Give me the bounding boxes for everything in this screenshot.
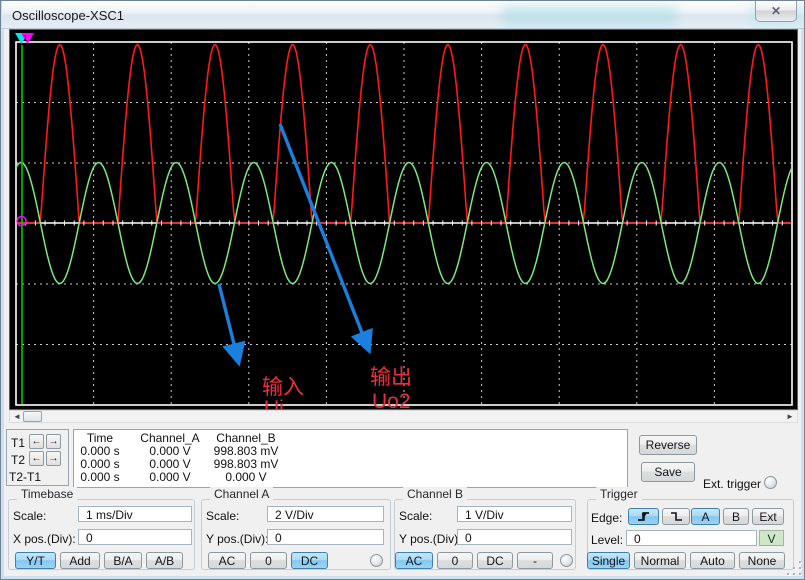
channel-b-zero-button[interactable]: 0: [437, 552, 473, 569]
trigger-source-b-button[interactable]: B: [723, 508, 749, 525]
channel-a-ypos-input[interactable]: 0: [267, 529, 384, 545]
ext-trigger-indicator[interactable]: [764, 476, 777, 489]
title-bar[interactable]: Oscilloscope-XSC1 ✕: [2, 1, 805, 29]
cursor-t2t1-label: T2-T1: [9, 470, 41, 484]
channel-b-minus-button[interactable]: -: [517, 552, 553, 569]
trigger-falling-edge-button[interactable]: [662, 508, 690, 525]
window-title: Oscilloscope-XSC1: [12, 8, 124, 23]
channel-a-zero-button[interactable]: 0: [250, 552, 287, 569]
scope-display: 1 输入 Ui 输出 Uo2: [9, 29, 798, 410]
cursor-t2-label: T2: [11, 453, 25, 467]
reverse-button[interactable]: Reverse: [639, 435, 697, 455]
scroll-thumb[interactable]: [23, 411, 42, 422]
oscilloscope-window: Oscilloscope-XSC1 ✕ 1 输入: [0, 0, 805, 580]
channel-a-dc-button[interactable]: DC: [291, 552, 328, 569]
trigger-auto-button[interactable]: Auto: [690, 552, 735, 569]
save-button[interactable]: Save: [641, 462, 695, 482]
channel-a-scale-label: Scale:: [206, 509, 239, 523]
t1-channel-b: 998.803 mV: [186, 444, 306, 458]
timebase-ab-button[interactable]: A/B: [146, 552, 183, 569]
horizontal-scrollbar[interactable]: ◄ ►: [9, 410, 798, 423]
channel-b-dc-button[interactable]: DC: [477, 552, 513, 569]
channel-a-probe-indicator[interactable]: [370, 554, 383, 567]
trigger-single-button[interactable]: Single: [587, 552, 630, 569]
channel-b-ypos-label: Y pos.(Div):: [399, 532, 461, 546]
scroll-left-icon[interactable]: ◄: [12, 412, 22, 422]
falling-edge-icon: [670, 510, 683, 523]
timebase-ba-button[interactable]: B/A: [104, 552, 142, 569]
ext-trigger-label: Ext. trigger: [703, 477, 761, 491]
trigger-normal-button[interactable]: Normal: [634, 552, 686, 569]
channel-a-ac-button[interactable]: AC: [208, 552, 246, 569]
trigger-level-unit-select[interactable]: V: [759, 530, 784, 546]
timebase-xpos-label: X pos.(Div):: [13, 532, 76, 546]
t2-channel-b: 998.803 mV: [186, 457, 306, 471]
channel-b-scale-input[interactable]: 1 V/Div: [457, 506, 572, 522]
trigger-level-label: Level:: [591, 533, 623, 547]
col-header-channel-b: Channel_B: [186, 431, 306, 445]
trigger-edge-label: Edge:: [591, 511, 622, 525]
close-icon: ✕: [771, 4, 781, 18]
annotation-output-cn: 输出: [370, 366, 412, 389]
channel-a-ypos-label: Y pos.(Div):: [206, 532, 268, 546]
cursor-t1-label: T1: [11, 436, 25, 450]
rising-edge-icon: [637, 510, 650, 523]
trigger-none-button[interactable]: None: [739, 552, 785, 569]
trigger-source-ext-button[interactable]: Ext: [752, 508, 784, 525]
timebase-caption: Timebase: [17, 487, 77, 501]
annotation-input-cn: 输入: [262, 376, 304, 399]
timebase-add-button[interactable]: Add: [60, 552, 100, 569]
resize-grip[interactable]: [787, 561, 801, 576]
channel-b-scale-label: Scale:: [399, 509, 432, 523]
channel-a-scale-input[interactable]: 2 V/Div: [267, 506, 384, 522]
annotation-output-symbol: Uo2: [372, 390, 411, 409]
timebase-scale-input[interactable]: 1 ms/Div: [78, 506, 192, 522]
t2t1-channel-b: 0.000 V: [186, 470, 306, 484]
timebase-yt-button[interactable]: Y/T: [15, 552, 56, 569]
annotation-input-symbol: Ui: [264, 397, 284, 409]
close-button[interactable]: ✕: [755, 1, 797, 22]
channel-b-probe-indicator[interactable]: [560, 554, 573, 567]
scroll-right-icon[interactable]: ►: [785, 412, 795, 422]
channel-b-caption: Channel B: [403, 487, 467, 501]
trigger-rising-edge-button[interactable]: [628, 508, 659, 525]
channel-b-ypos-input[interactable]: 0: [457, 529, 572, 545]
axis-tick-marks: [16, 221, 792, 226]
trigger-caption: Trigger: [596, 487, 642, 501]
annotation-arrow-input: [219, 284, 238, 360]
cursor-number: 1: [23, 34, 28, 43]
channel-a-caption: Channel A: [210, 487, 273, 501]
trigger-source-a-button[interactable]: A: [691, 508, 720, 525]
scope-screen: 1 输入 Ui 输出 Uo2: [10, 30, 797, 409]
glass-reflection: [502, 6, 677, 26]
timebase-xpos-input[interactable]: 0: [78, 529, 192, 545]
timebase-scale-label: Scale:: [13, 509, 46, 523]
channel-b-ac-button[interactable]: AC: [395, 552, 433, 569]
trigger-level-input[interactable]: 0: [626, 530, 757, 546]
